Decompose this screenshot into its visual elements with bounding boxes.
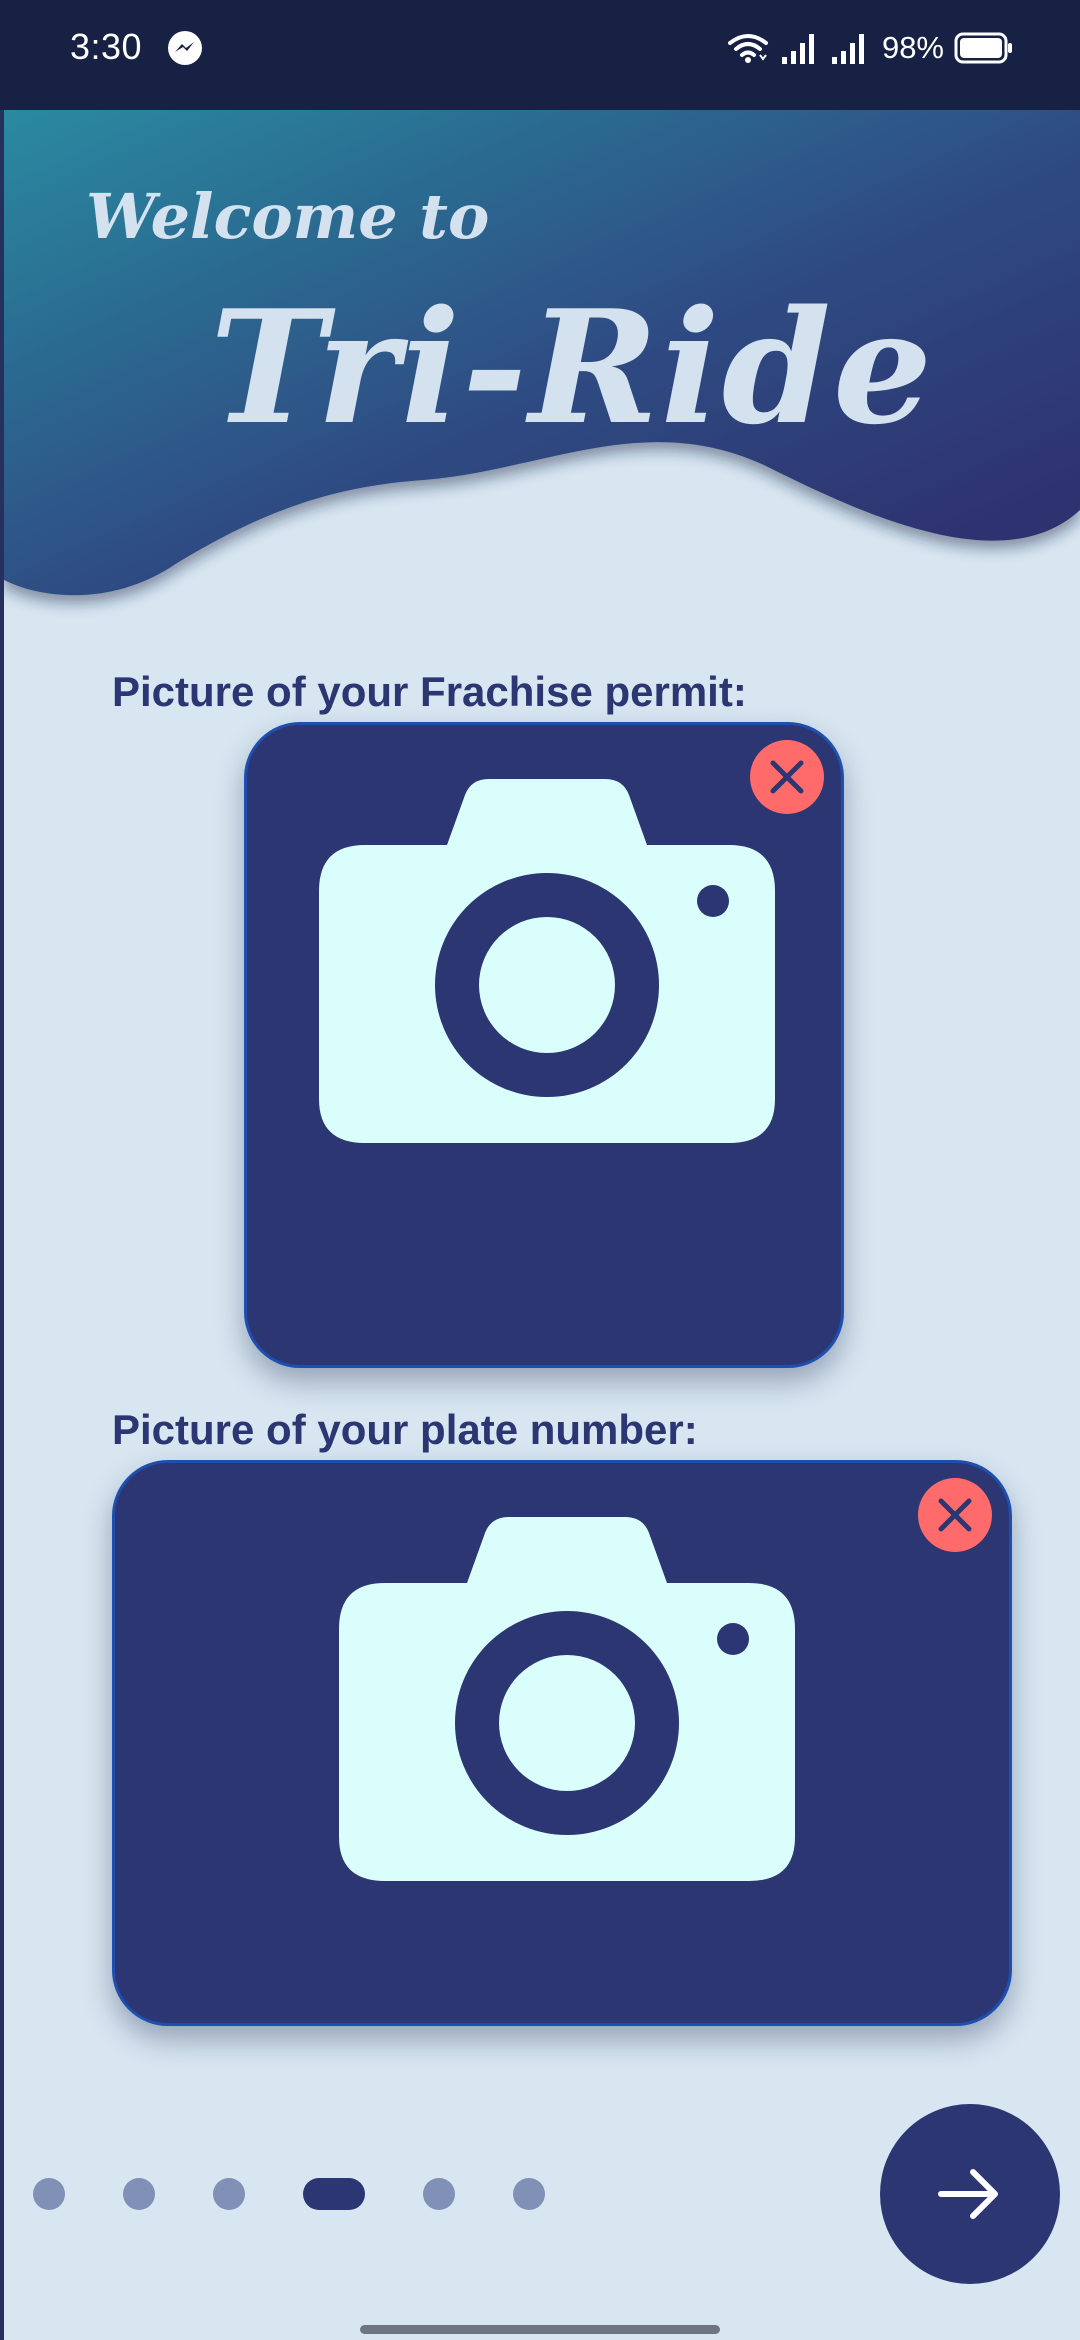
battery-icon [954,32,1012,64]
status-bar: 3:30 98% [0,0,1080,110]
next-button[interactable] [880,2104,1060,2284]
messenger-icon [168,31,202,65]
close-icon [770,760,804,794]
page-dot[interactable] [513,2178,545,2210]
franchise-permit-upload[interactable] [244,722,844,1368]
remove-plate-photo-button[interactable] [918,1478,992,1552]
remove-franchise-photo-button[interactable] [750,740,824,814]
wifi-icon [727,34,768,63]
page-indicator [0,2176,600,2210]
close-icon [938,1498,972,1532]
signal-icon [831,34,864,64]
arrow-right-icon [938,2169,998,2219]
app-name: Tri-Ride [210,276,934,459]
plate-number-upload[interactable] [112,1460,1012,2026]
welcome-text: Welcome to [86,180,489,253]
page-dot[interactable] [423,2178,455,2210]
camera-icon [319,779,775,1143]
page-dot[interactable] [213,2178,245,2210]
signal-icon [781,34,814,64]
franchise-permit-label: Picture of your Frachise permit: [112,668,747,715]
status-icons: 98% [726,28,1014,68]
status-time: 3:30 [70,26,143,67]
gesture-bar[interactable] [360,2325,720,2334]
page-dot-active[interactable] [303,2178,365,2210]
camera-icon [339,1517,795,1881]
page-dot[interactable] [123,2178,155,2210]
welcome-header: Welcome to Tri-Ride [4,110,1080,630]
plate-number-label: Picture of your plate number: [112,1406,698,1453]
battery-percentage: 98% [881,30,944,65]
page-dot[interactable] [33,2178,65,2210]
